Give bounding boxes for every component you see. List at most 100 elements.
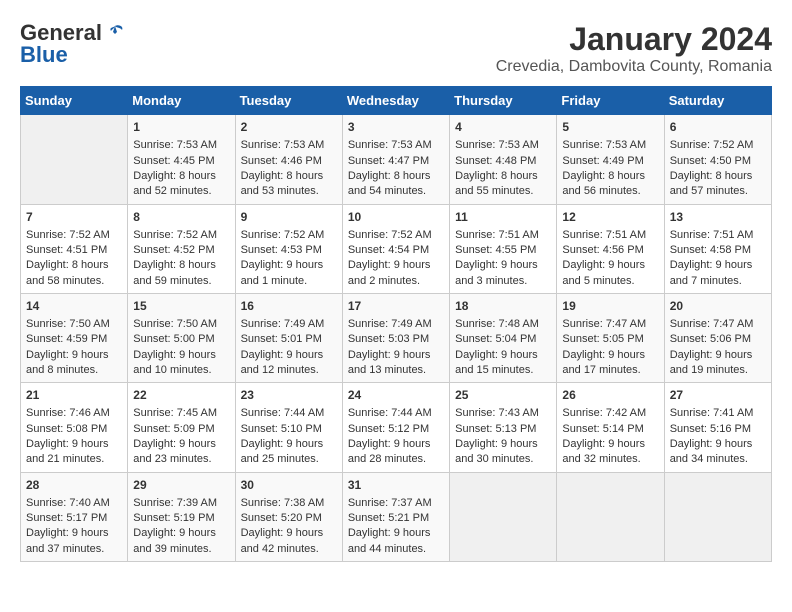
day-info: Sunrise: 7:44 AM: [241, 406, 337, 421]
calendar-cell: 28Sunrise: 7:40 AMSunset: 5:17 PMDayligh…: [21, 472, 128, 561]
week-row-3: 14Sunrise: 7:50 AMSunset: 4:59 PMDayligh…: [21, 294, 772, 383]
day-info: Daylight: 8 hours: [455, 169, 551, 184]
day-info: Daylight: 8 hours: [26, 258, 122, 273]
calendar-cell: [21, 115, 128, 204]
logo: General Blue: [20, 20, 126, 68]
day-info: Sunrise: 7:37 AM: [348, 496, 444, 511]
day-info: Sunrise: 7:52 AM: [26, 228, 122, 243]
day-info: and 3 minutes.: [455, 274, 551, 289]
day-info: Daylight: 8 hours: [133, 258, 229, 273]
calendar-cell: 22Sunrise: 7:45 AMSunset: 5:09 PMDayligh…: [128, 383, 235, 472]
day-info: Sunset: 4:53 PM: [241, 243, 337, 258]
day-info: Sunrise: 7:53 AM: [562, 138, 658, 153]
day-info: Sunset: 5:14 PM: [562, 422, 658, 437]
day-number: 19: [562, 298, 658, 315]
calendar-cell: 24Sunrise: 7:44 AMSunset: 5:12 PMDayligh…: [342, 383, 449, 472]
day-number: 7: [26, 209, 122, 226]
day-header-wednesday: Wednesday: [342, 87, 449, 115]
day-info: Sunset: 5:04 PM: [455, 332, 551, 347]
day-info: and 30 minutes.: [455, 452, 551, 467]
day-info: and 28 minutes.: [348, 452, 444, 467]
calendar-cell: 25Sunrise: 7:43 AMSunset: 5:13 PMDayligh…: [450, 383, 557, 472]
day-info: Sunset: 5:09 PM: [133, 422, 229, 437]
day-info: Sunrise: 7:51 AM: [670, 228, 766, 243]
day-number: 28: [26, 477, 122, 494]
calendar-cell: 21Sunrise: 7:46 AMSunset: 5:08 PMDayligh…: [21, 383, 128, 472]
day-info: Sunrise: 7:38 AM: [241, 496, 337, 511]
calendar-cell: 4Sunrise: 7:53 AMSunset: 4:48 PMDaylight…: [450, 115, 557, 204]
day-info: Daylight: 9 hours: [670, 258, 766, 273]
calendar-cell: 10Sunrise: 7:52 AMSunset: 4:54 PMDayligh…: [342, 204, 449, 293]
day-info: and 2 minutes.: [348, 274, 444, 289]
day-info: Daylight: 9 hours: [241, 437, 337, 452]
day-info: Daylight: 8 hours: [670, 169, 766, 184]
day-info: and 55 minutes.: [455, 184, 551, 199]
calendar-cell: 8Sunrise: 7:52 AMSunset: 4:52 PMDaylight…: [128, 204, 235, 293]
day-number: 13: [670, 209, 766, 226]
day-number: 1: [133, 119, 229, 136]
day-info: Daylight: 9 hours: [26, 348, 122, 363]
day-info: and 13 minutes.: [348, 363, 444, 378]
day-info: Daylight: 9 hours: [562, 348, 658, 363]
day-info: and 44 minutes.: [348, 542, 444, 557]
day-number: 10: [348, 209, 444, 226]
day-number: 27: [670, 387, 766, 404]
day-number: 14: [26, 298, 122, 315]
day-info: Sunset: 5:13 PM: [455, 422, 551, 437]
day-info: Daylight: 9 hours: [670, 437, 766, 452]
day-number: 15: [133, 298, 229, 315]
day-info: Sunset: 5:08 PM: [26, 422, 122, 437]
day-info: and 19 minutes.: [670, 363, 766, 378]
day-info: Sunset: 4:58 PM: [670, 243, 766, 258]
day-info: Sunrise: 7:40 AM: [26, 496, 122, 511]
day-info: Daylight: 9 hours: [562, 258, 658, 273]
calendar-cell: 31Sunrise: 7:37 AMSunset: 5:21 PMDayligh…: [342, 472, 449, 561]
calendar-cell: 19Sunrise: 7:47 AMSunset: 5:05 PMDayligh…: [557, 294, 664, 383]
calendar-cell: 13 Sunrise: 7:51 AMSunset: 4:58 PMDayligh…: [664, 204, 771, 293]
calendar-cell: 30Sunrise: 7:38 AMSunset: 5:20 PMDayligh…: [235, 472, 342, 561]
day-info: Sunset: 4:50 PM: [670, 154, 766, 169]
day-info: Sunset: 5:16 PM: [670, 422, 766, 437]
day-header-monday: Monday: [128, 87, 235, 115]
day-info: and 57 minutes.: [670, 184, 766, 199]
calendar-cell: 5Sunrise: 7:53 AMSunset: 4:49 PMDaylight…: [557, 115, 664, 204]
calendar-cell: 9Sunrise: 7:52 AMSunset: 4:53 PMDaylight…: [235, 204, 342, 293]
day-info: Sunrise: 7:53 AM: [455, 138, 551, 153]
day-info: Sunrise: 7:43 AM: [455, 406, 551, 421]
week-row-4: 21Sunrise: 7:46 AMSunset: 5:08 PMDayligh…: [21, 383, 772, 472]
day-info: and 12 minutes.: [241, 363, 337, 378]
day-number: 11: [455, 209, 551, 226]
day-info: Sunrise: 7:47 AM: [670, 317, 766, 332]
day-info: Sunrise: 7:49 AM: [241, 317, 337, 332]
day-info: Daylight: 9 hours: [455, 348, 551, 363]
calendar-cell: 6Sunrise: 7:52 AMSunset: 4:50 PMDaylight…: [664, 115, 771, 204]
day-info: Sunrise: 7:53 AM: [348, 138, 444, 153]
day-number: 24: [348, 387, 444, 404]
day-info: Sunrise: 7:50 AM: [26, 317, 122, 332]
day-number: 22: [133, 387, 229, 404]
day-info: and 34 minutes.: [670, 452, 766, 467]
day-info: Daylight: 9 hours: [348, 437, 444, 452]
day-number: 8: [133, 209, 229, 226]
day-info: Daylight: 8 hours: [241, 169, 337, 184]
day-info: and 15 minutes.: [455, 363, 551, 378]
calendar-cell: 15Sunrise: 7:50 AMSunset: 5:00 PMDayligh…: [128, 294, 235, 383]
day-number: 4: [455, 119, 551, 136]
day-header-saturday: Saturday: [664, 87, 771, 115]
calendar-cell: [664, 472, 771, 561]
title-area: January 2024 Crevedia, Dambovita County,…: [496, 20, 772, 76]
day-info: and 1 minute.: [241, 274, 337, 289]
day-info: and 56 minutes.: [562, 184, 658, 199]
day-info: Sunset: 5:00 PM: [133, 332, 229, 347]
calendar-cell: 12Sunrise: 7:51 AMSunset: 4:56 PMDayligh…: [557, 204, 664, 293]
day-info: Sunrise: 7:48 AM: [455, 317, 551, 332]
day-info: and 58 minutes.: [26, 274, 122, 289]
day-info: and 52 minutes.: [133, 184, 229, 199]
day-header-thursday: Thursday: [450, 87, 557, 115]
day-number: 18: [455, 298, 551, 315]
day-info: Daylight: 9 hours: [241, 258, 337, 273]
calendar-cell: 27Sunrise: 7:41 AMSunset: 5:16 PMDayligh…: [664, 383, 771, 472]
day-number: 3: [348, 119, 444, 136]
calendar-cell: [557, 472, 664, 561]
day-info: and 7 minutes.: [670, 274, 766, 289]
